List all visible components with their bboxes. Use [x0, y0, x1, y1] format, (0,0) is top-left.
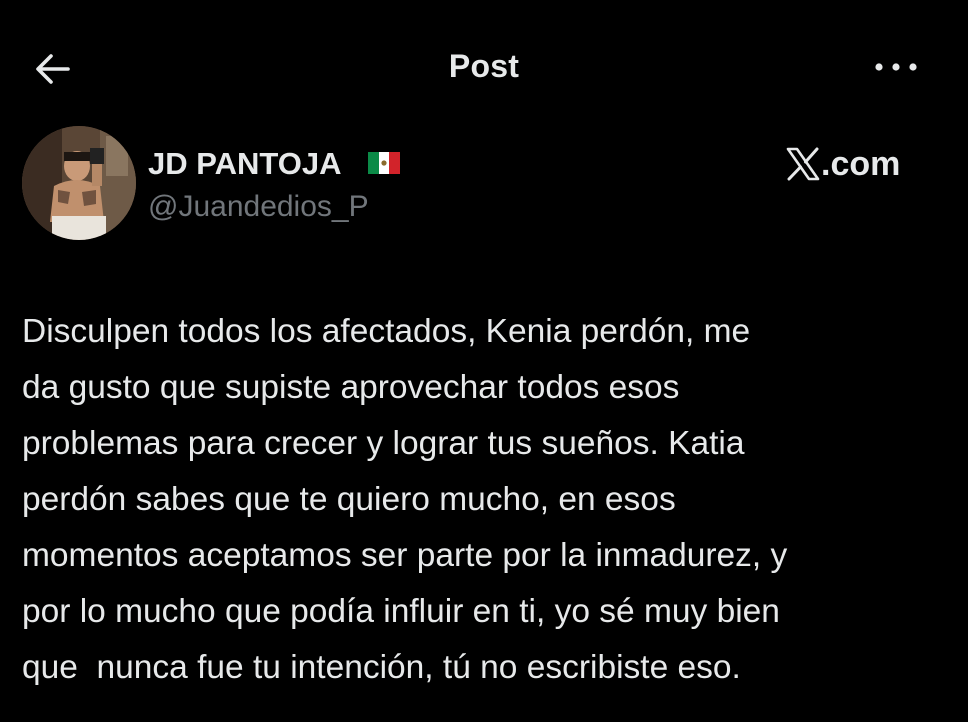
- author-display-name[interactable]: JD PANTOJA: [148, 146, 342, 182]
- author-handle[interactable]: @Juandedios_P: [148, 190, 369, 224]
- post-text-line: perdón sabes que te quiero mucho, en eso…: [22, 481, 676, 518]
- page-title: Post: [448, 48, 520, 84]
- post-text-line: momentos aceptamos ser parte por la inma…: [22, 537, 788, 574]
- more-horizontal-icon: [875, 63, 917, 71]
- x-com-brand: .com: [786, 144, 900, 184]
- post-text-line: da gusto que supiste aprovechar todos es…: [22, 369, 680, 406]
- avatar[interactable]: [22, 126, 136, 240]
- post-text: Disculpen todos los afectados, Kenia per…: [22, 304, 952, 696]
- profile-photo: [22, 126, 136, 240]
- post-text-line: Disculpen todos los afectados, Kenia per…: [22, 313, 751, 350]
- more-options-button[interactable]: [866, 50, 926, 84]
- mexico-flag-icon: [368, 152, 400, 174]
- post-text-line: que nunca fue tu intención, tú no escrib…: [22, 649, 741, 686]
- x-logo-icon: [786, 147, 820, 181]
- post-text-line: por lo mucho que podía influir en ti, yo…: [22, 593, 780, 630]
- top-bar: Post: [0, 0, 968, 130]
- post-text-line: problemas para crecer y lograr tus sueño…: [22, 425, 745, 462]
- brand-domain-text: .com: [821, 145, 901, 183]
